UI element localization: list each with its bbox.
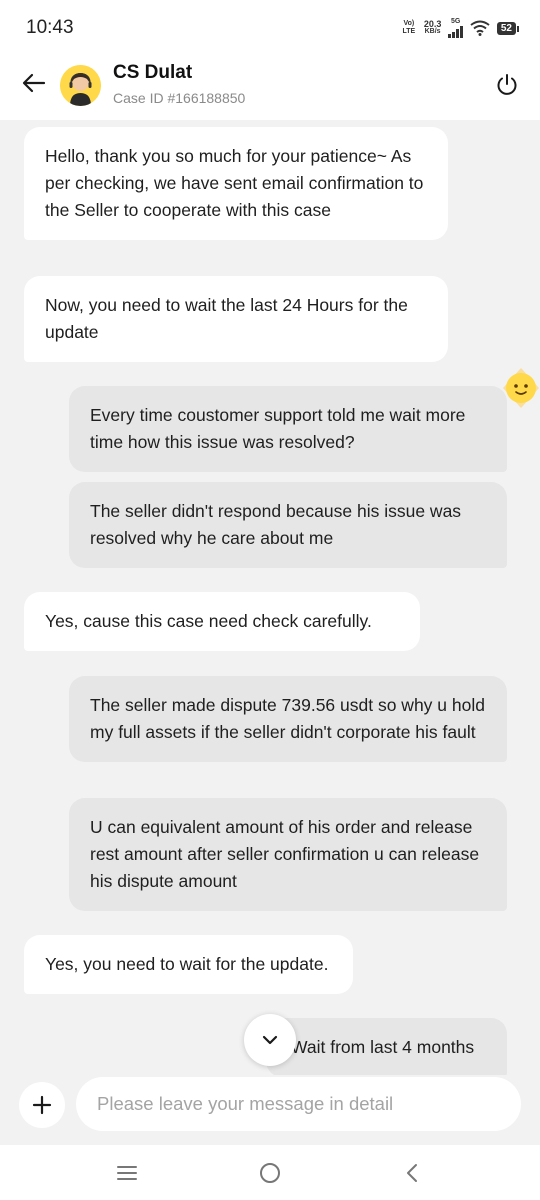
agent-avatar	[60, 65, 101, 106]
agent-name: CS Dulat	[113, 62, 193, 83]
chat-header: CS Dulat Case ID #166188850	[0, 56, 540, 120]
wifi-icon	[470, 20, 490, 36]
network-speed-value: 20.3	[423, 19, 442, 29]
network-speed-unit: KB/s	[424, 28, 441, 35]
agent-message: Yes, cause this case need check carefull…	[24, 592, 420, 651]
power-icon[interactable]	[494, 72, 520, 98]
status-bar: 10:43 Vo) LTE 20.3 KB/s 5G 52	[0, 0, 540, 56]
user-message: The seller didn't respond because his is…	[69, 482, 507, 568]
mascot-icon[interactable]	[499, 366, 540, 410]
agent-message: Now, you need to wait the last 24 Hours …	[24, 276, 448, 362]
user-message: Wait from last 4 months	[266, 1018, 507, 1075]
network-type: 5G	[450, 18, 461, 25]
status-icons: Vo) LTE 20.3 KB/s 5G 52	[401, 18, 520, 38]
home-icon[interactable]	[257, 1160, 283, 1186]
battery-indicator: 52	[496, 21, 520, 35]
menu-icon[interactable]	[114, 1160, 140, 1186]
chevron-down-icon	[262, 1035, 278, 1045]
status-time: 10:43	[26, 17, 74, 38]
plus-icon	[32, 1095, 52, 1115]
message-input[interactable]	[76, 1077, 521, 1131]
user-message: U can equivalent amount of his order and…	[69, 798, 507, 911]
user-message: The seller made dispute 739.56 usdt so w…	[69, 676, 507, 762]
network-speed: 20.3 KB/s	[424, 20, 442, 36]
composer-bar	[0, 1075, 540, 1145]
system-nav-bar	[0, 1145, 540, 1200]
back-arrow-icon[interactable]	[20, 69, 48, 97]
scroll-down-button[interactable]	[244, 1014, 296, 1066]
chat-messages[interactable]: Hello, thank you so much for your patien…	[0, 120, 540, 1075]
back-icon[interactable]	[400, 1160, 426, 1186]
case-id: Case ID #166188850	[113, 90, 246, 106]
agent-message: Yes, you need to wait for the update.	[24, 935, 353, 994]
user-message: Every time coustomer support told me wai…	[69, 386, 507, 472]
agent-message: Hello, thank you so much for your patien…	[24, 127, 448, 240]
volte-indicator: Vo) LTE	[402, 20, 416, 35]
cellular-signal-icon: 5G	[448, 18, 463, 38]
attach-button[interactable]	[19, 1082, 65, 1128]
